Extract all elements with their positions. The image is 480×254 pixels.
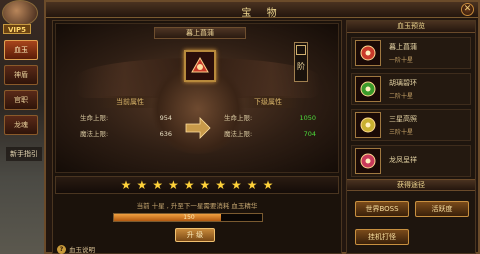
rank-indicator: 阶 [294,42,308,82]
preview-item-text: 胡璃碧环 二阶十星 [389,78,417,100]
stat-row: 生命上限: 1050 [220,110,320,126]
stat-label: 生命上限: [80,114,109,122]
activity-button[interactable]: 活跃度 [415,201,469,217]
star-icon: ★ [262,178,274,192]
arrow-right-icon [185,117,211,139]
star-icon: ★ [167,178,179,192]
stat-label: 生命上限: [224,114,253,122]
idle-hunt-button[interactable]: 挂机打怪 [355,229,409,245]
help-link[interactable]: ? 血玉说明 [57,244,95,254]
world-boss-button[interactable]: 世界BOSS [355,201,409,217]
obtain-title: 获得途径 [347,179,475,191]
player-avatar[interactable] [2,0,38,26]
stat-value: 954 [159,114,172,122]
preview-item[interactable]: 三星高照 三阶十星 [351,109,471,141]
preview-item-name: 三星高照 [389,115,417,123]
star-icon: ★ [215,178,227,192]
preview-item-icon [355,112,381,138]
preview-item-grade: 三阶十星 [389,129,414,136]
side-tab-dragon-soul[interactable]: 龙魂 [4,115,38,135]
side-tab-shield[interactable]: 神盾 [4,65,38,85]
preview-item-icon [355,76,381,102]
item-slot[interactable] [184,50,216,82]
titlebar: 宝 物 ✕ [46,2,478,19]
star-rating: ★ ★ ★ ★ ★ ★ ★ ★ ★ ★ [55,176,339,194]
help-label: 血玉说明 [69,246,95,254]
preview-item-text: 三星高照 三阶十星 [389,114,417,136]
side-tab-blood-jade[interactable]: 血玉 [4,40,38,60]
background-scene: VIP5 血玉 神盾 官职 龙魂 新手指引 [0,0,48,254]
preview-item-name: 龙凤呈祥 [389,155,417,164]
stat-row: 魔法上限: 704 [220,126,320,142]
close-icon[interactable]: ✕ [461,3,474,16]
star-icon: ★ [183,178,195,192]
next-stats: 生命上限: 1050 魔法上限: 704 [220,110,320,148]
preview-item-grade: 二阶十星 [389,93,414,100]
star-icon: ★ [136,178,148,192]
upgrade-button[interactable]: 升 级 [175,228,215,242]
next-attr-label: 下级属性 [238,96,298,108]
preview-title: 血玉预览 [347,21,475,33]
star-icon: ★ [246,178,258,192]
treasure-window: 宝 物 ✕ 暮上菖蒲 阶 当前属性 下级属性 生命上限: 954 魔法上限: 6… [44,0,480,254]
current-attr-label: 当前属性 [100,96,160,108]
preview-panel: 血玉预览 暮上菖蒲一阶十星胡璃碧环二阶十星三星高照三阶十星龙凤呈祥 获得途径 世… [346,20,476,254]
novice-guide[interactable]: 新手指引 [6,147,42,161]
progress-bar: 150 [113,213,263,222]
stat-row: 生命上限: 954 [76,110,176,126]
progress-text: 150 [183,214,195,221]
star-icon: ★ [231,178,242,192]
jade-item-icon [186,52,214,80]
stat-value: 1050 [299,114,316,122]
preview-item-name: 暮上菖蒲 [389,43,417,51]
preview-item-name: 胡璃碧环 [389,79,417,87]
preview-item-icon [355,40,381,66]
current-stats: 生命上限: 954 魔法上限: 636 [76,110,176,148]
star-icon: ★ [152,178,163,192]
stat-value: 636 [159,130,172,138]
window-title: 宝 物 [241,8,283,19]
preview-item-text: 龙凤呈祥 [389,155,417,168]
star-icon: ★ [120,178,132,192]
upgrade-panel: 暮上菖蒲 阶 当前属性 下级属性 生命上限: 954 魔法上限: 636 生命上… [52,20,342,254]
stat-label: 魔法上限: [224,130,253,138]
rank-label: 阶 [297,62,305,71]
stat-value: 704 [303,130,316,138]
preview-item-icon [355,148,381,174]
side-tab-office[interactable]: 官职 [4,90,38,110]
preview-item-grade: 一阶十星 [389,57,414,64]
preview-item[interactable]: 胡璃碧环 二阶十星 [351,73,471,105]
stat-row: 魔法上限: 636 [76,126,176,142]
star-icon: ★ [199,178,211,192]
item-display: 暮上菖蒲 阶 当前属性 下级属性 生命上限: 954 魔法上限: 636 生命上… [55,23,339,173]
preview-item[interactable]: 暮上菖蒲 一阶十星 [351,37,471,69]
item-name: 暮上菖蒲 [154,27,246,39]
side-tabs: 血玉 神盾 官职 龙魂 [4,40,38,140]
stat-label: 魔法上限: [80,130,109,138]
upgrade-hint: 当前 十星 , 升至下一星需要消耗 血玉精华 [136,202,258,210]
vip-badge: VIP5 [3,24,31,34]
preview-item[interactable]: 龙凤呈祥 [351,145,471,177]
preview-item-text: 暮上菖蒲 一阶十星 [389,42,417,64]
help-icon: ? [57,244,66,254]
rank-top-box [296,45,306,55]
